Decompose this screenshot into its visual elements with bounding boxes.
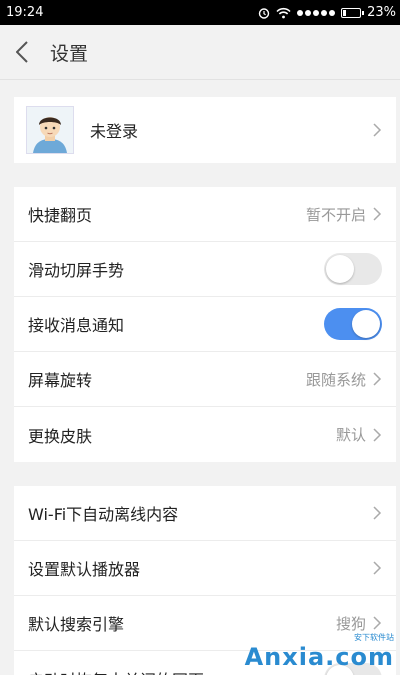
setting-screen-rotation[interactable]: 屏幕旋转 跟随系统 bbox=[14, 352, 396, 407]
status-time: 19:24 bbox=[6, 5, 44, 20]
setting-label: 快捷翻页 bbox=[28, 206, 93, 225]
header-bar: 设置 bbox=[0, 25, 400, 80]
setting-default-player[interactable]: 设置默认播放器 bbox=[14, 541, 396, 596]
setting-value: 默认 bbox=[335, 426, 366, 444]
watermark-main: Anxia.com bbox=[244, 643, 394, 671]
setting-swipe-gesture: 滑动切屏手势 bbox=[14, 242, 396, 297]
setting-notifications: 接收消息通知 bbox=[14, 297, 396, 352]
swipe-gesture-toggle[interactable] bbox=[324, 253, 382, 285]
chevron-left-icon bbox=[16, 41, 28, 63]
setting-quick-page-turn[interactable]: 快捷翻页 暂不开启 bbox=[14, 187, 396, 242]
chevron-right-icon bbox=[373, 561, 382, 575]
setting-label: 屏幕旋转 bbox=[28, 371, 93, 390]
status-icons: 23% bbox=[258, 5, 396, 20]
setting-label: 默认搜索引擎 bbox=[28, 615, 125, 634]
status-bar: 19:24 23% bbox=[0, 0, 400, 25]
default-avatar-icon bbox=[27, 107, 73, 153]
setting-label: 设置默认播放器 bbox=[28, 560, 141, 579]
chevron-right-icon bbox=[373, 123, 382, 137]
setting-label: 接收消息通知 bbox=[28, 316, 125, 335]
setting-value: 搜狗 bbox=[335, 614, 366, 633]
notifications-toggle[interactable] bbox=[324, 308, 382, 340]
setting-label: 滑动切屏手势 bbox=[28, 261, 125, 280]
chevron-right-icon bbox=[373, 372, 382, 386]
profile-row[interactable]: 未登录 bbox=[14, 97, 396, 163]
battery-icon bbox=[341, 7, 365, 18]
avatar bbox=[26, 106, 74, 154]
signal-icon bbox=[297, 9, 336, 16]
chevron-right-icon bbox=[373, 207, 382, 221]
alarm-icon bbox=[258, 7, 270, 19]
chevron-right-icon bbox=[373, 616, 382, 630]
wifi-icon bbox=[276, 7, 291, 18]
page-title: 设置 bbox=[50, 42, 89, 65]
setting-value: 跟随系统 bbox=[305, 370, 366, 389]
settings-group-general: 快捷翻页 暂不开启 滑动切屏手势 接收消息通知 屏幕旋转 跟随系统 更换皮肤 默… bbox=[14, 187, 396, 462]
setting-label: Wi-Fi下自动离线内容 bbox=[28, 505, 179, 524]
battery-text: 23% bbox=[367, 5, 396, 20]
profile-name: 未登录 bbox=[90, 122, 139, 141]
setting-change-skin[interactable]: 更换皮肤 默认 bbox=[14, 407, 396, 462]
watermark-logo: 安下软件站 Anxia.com bbox=[245, 632, 394, 671]
watermark-sub: 安下软件站 bbox=[354, 633, 394, 642]
setting-label: 启动时恢复未关闭的网页 bbox=[28, 667, 204, 675]
profile-card[interactable]: 未登录 bbox=[14, 97, 396, 163]
setting-label: 更换皮肤 bbox=[28, 426, 93, 446]
setting-value: 暂不开启 bbox=[305, 205, 366, 224]
setting-wifi-offline[interactable]: Wi-Fi下自动离线内容 bbox=[14, 486, 396, 541]
chevron-right-icon bbox=[373, 506, 382, 520]
back-button[interactable] bbox=[0, 25, 44, 80]
chevron-right-icon bbox=[373, 427, 382, 442]
